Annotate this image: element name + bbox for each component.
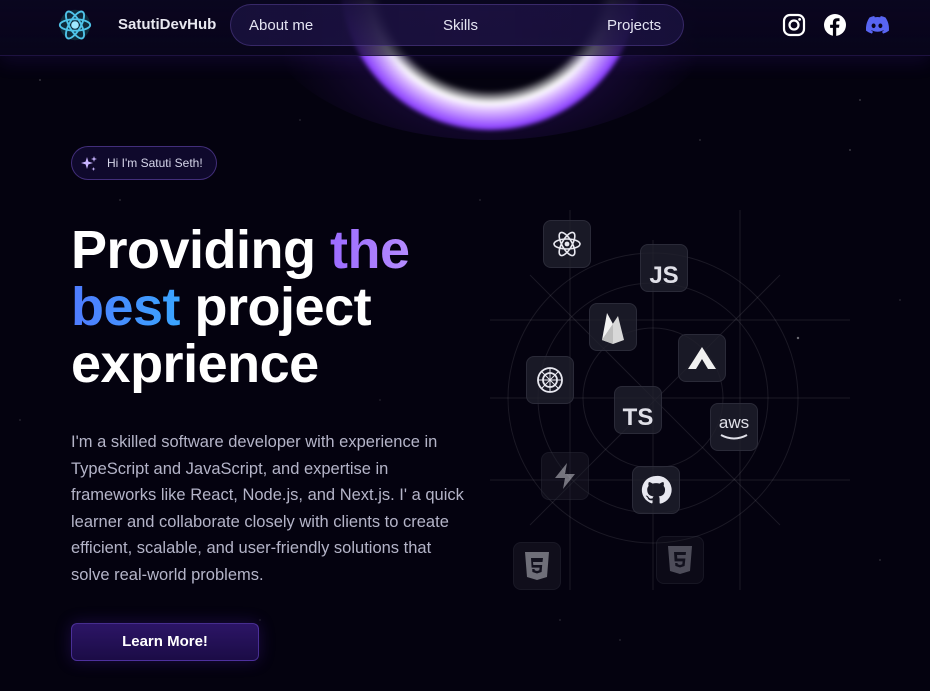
supabase-icon (555, 463, 575, 489)
firebase-icon (602, 313, 624, 344)
badge-text: Hi I'm Satuti Seth! (107, 156, 203, 170)
nav-skills[interactable]: Skills (443, 17, 478, 34)
skill-tile-css3 (513, 542, 561, 590)
headline-part-project: project (180, 277, 372, 337)
javascript-icon: JS (649, 262, 679, 289)
skill-tile-javascript: JS (640, 244, 688, 292)
skill-tile-typescript: TS (614, 386, 662, 434)
typescript-icon: TS (622, 404, 654, 431)
nav-pill: About me Skills Projects (230, 4, 684, 46)
headline-part-best: best (71, 277, 181, 337)
hero-headline: Providing the best project exprience (71, 222, 511, 393)
nav-about-me[interactable]: About me (249, 17, 313, 34)
atom-logo-icon[interactable] (56, 6, 94, 44)
header-bar: SatutiDevHub About me Skills Projects (0, 0, 930, 56)
facebook-icon[interactable] (823, 13, 847, 37)
react-icon (553, 231, 581, 257)
skill-tile-vercel (678, 334, 726, 382)
instagram-icon[interactable] (782, 13, 806, 37)
github-icon (641, 475, 672, 504)
skills-orbit-graphic: JS TS aws (490, 210, 910, 610)
skill-tile-react (543, 220, 591, 268)
openai-icon (537, 367, 563, 393)
aws-icon: aws (718, 413, 750, 432)
headline-part-exprience: exprience (71, 334, 319, 394)
headline-part-providing: Providing (71, 220, 331, 280)
skill-tile-openai (526, 356, 574, 404)
discord-icon[interactable] (864, 13, 890, 37)
intro-badge: Hi I'm Satuti Seth! (71, 146, 217, 180)
skill-tile-supabase (541, 452, 589, 500)
vercel-icon (688, 347, 716, 369)
html5-icon (668, 546, 692, 574)
skill-tile-firebase (589, 303, 637, 351)
learn-more-button[interactable]: Learn More! (71, 623, 259, 661)
aws-smile-icon (720, 434, 748, 440)
brand-name[interactable]: SatutiDevHub (118, 16, 216, 33)
skill-tile-aws: aws (710, 403, 758, 451)
skill-tile-html5 (656, 536, 704, 584)
css3-icon (525, 552, 549, 580)
hero-description: I'm a skilled software developer with ex… (71, 433, 464, 584)
nav-projects[interactable]: Projects (607, 17, 661, 34)
skill-tile-github (632, 466, 680, 514)
sparkles-icon (81, 156, 97, 171)
headline-part-the: the (330, 220, 410, 280)
